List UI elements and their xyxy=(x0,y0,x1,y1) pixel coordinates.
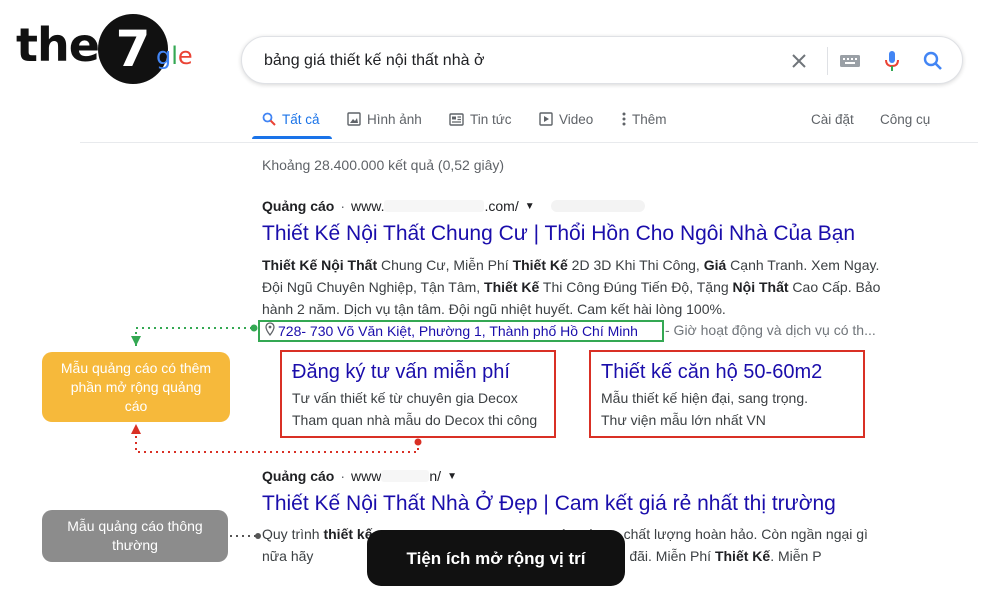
ad2-url-prefix: www xyxy=(351,468,382,484)
ad1-url-suffix: .com/ xyxy=(484,198,519,214)
ad2-url-suffix: n/ xyxy=(429,468,442,484)
location-pin-icon xyxy=(265,321,275,341)
separator-dot: · xyxy=(340,468,346,484)
search-icon xyxy=(262,112,276,126)
sitelink-consultation[interactable]: Đăng ký tư vấn miễn phí Tư vấn thiết kế … xyxy=(280,350,556,438)
logo-text-the: the xyxy=(16,18,100,72)
microphone-icon[interactable] xyxy=(880,49,904,73)
tab-more[interactable]: Thêm xyxy=(622,104,667,134)
search-icon[interactable] xyxy=(921,49,945,73)
callout-regular-ad: Mẫu quảng cáo thông thường xyxy=(42,510,228,562)
callout-location-extension: Tiện ích mở rộng vị trí xyxy=(367,530,625,586)
ad2-title-link[interactable]: Thiết Kế Nội Thất Nhà Ở Đẹp | Cam kết gi… xyxy=(262,492,836,516)
tab-video-label: Video xyxy=(559,111,594,127)
redacted-url xyxy=(381,470,430,482)
ad-label: Quảng cáo xyxy=(262,198,335,214)
dropdown-caret-icon[interactable]: ▼ xyxy=(447,471,457,482)
sitelink-title[interactable]: Thiết kế căn hộ 50-60m2 xyxy=(601,361,853,384)
sitelink-line: Tham quan nhà mẫu do Decox thi công xyxy=(292,412,538,428)
sitelink-title[interactable]: Đăng ký tư vấn miễn phí xyxy=(292,361,544,384)
clear-icon[interactable] xyxy=(787,49,811,73)
sitelink-line: Mẫu thiết kế hiện đại, sang trọng. xyxy=(601,390,809,406)
news-icon xyxy=(449,112,464,126)
sitelink-line: Thư viện mẫu lớn nhất VN xyxy=(601,412,766,428)
tab-all-label: Tất cả xyxy=(282,111,320,127)
search-tabs: Tất cả Hình ảnh Tin tức Video Thêm Cài đ… xyxy=(252,104,982,140)
more-vert-icon xyxy=(622,112,626,126)
redacted-url xyxy=(384,200,485,212)
sitelink-line: Tư vấn thiết kế từ chuyên gia Decox xyxy=(292,390,518,406)
ad1-description: Thiết Kế Nội Thất Chung Cư, Miễn Phí Thi… xyxy=(262,257,881,317)
redacted-phone xyxy=(550,200,645,212)
tab-all[interactable]: Tất cả xyxy=(262,104,320,134)
dropdown-caret-icon[interactable]: ▼ xyxy=(525,201,535,212)
ad2-header: Quảng cáo · www n/ ▼ xyxy=(262,468,457,484)
separator-dot: · xyxy=(340,198,346,214)
ad-label: Quảng cáo xyxy=(262,468,335,484)
tab-video[interactable]: Video xyxy=(539,104,593,134)
active-tab-indicator xyxy=(252,136,332,139)
sitelink-apartment[interactable]: Thiết kế căn hộ 50-60m2 Mẫu thiết kế hiệ… xyxy=(589,350,865,438)
tab-news-label: Tin tức xyxy=(470,111,512,127)
tab-more-label: Thêm xyxy=(632,111,667,127)
search-bar xyxy=(241,36,963,84)
result-stats: Khoảng 28.400.000 kết quả (0,52 giây) xyxy=(262,157,505,173)
keyboard-icon[interactable] xyxy=(838,49,862,73)
video-icon xyxy=(539,112,553,126)
search-divider xyxy=(827,47,828,75)
the7-logo[interactable]: the 7 gle xyxy=(16,14,206,86)
ad1-url-prefix: www. xyxy=(351,198,385,214)
tabs-divider xyxy=(80,142,978,143)
tab-images[interactable]: Hình ảnh xyxy=(347,104,422,134)
tab-images-label: Hình ảnh xyxy=(367,111,422,127)
google-logo-fragment: gle xyxy=(156,42,193,70)
tab-news[interactable]: Tin tức xyxy=(449,104,512,134)
location-extension[interactable]: 728- 730 Võ Văn Kiệt, Phường 1, Thành ph… xyxy=(258,320,664,342)
settings-link[interactable]: Cài đặt xyxy=(811,104,854,134)
image-icon xyxy=(347,112,361,126)
location-address-link[interactable]: 728- 730 Võ Văn Kiệt, Phường 1, Thành ph… xyxy=(278,323,638,339)
tools-link[interactable]: Công cụ xyxy=(880,104,930,134)
ad1-title-link[interactable]: Thiết Kế Nội Thất Chung Cư | Thổi Hồn Ch… xyxy=(262,222,855,246)
callout-extended-ad: Mẫu quảng cáo có thêm phần mở rộng quảng… xyxy=(42,352,230,422)
ad1-header: Quảng cáo · www. .com/ ▼ xyxy=(262,198,645,214)
search-input[interactable] xyxy=(264,50,784,72)
location-hours-text: - Giờ hoạt động và dịch vụ có th... xyxy=(665,322,876,338)
